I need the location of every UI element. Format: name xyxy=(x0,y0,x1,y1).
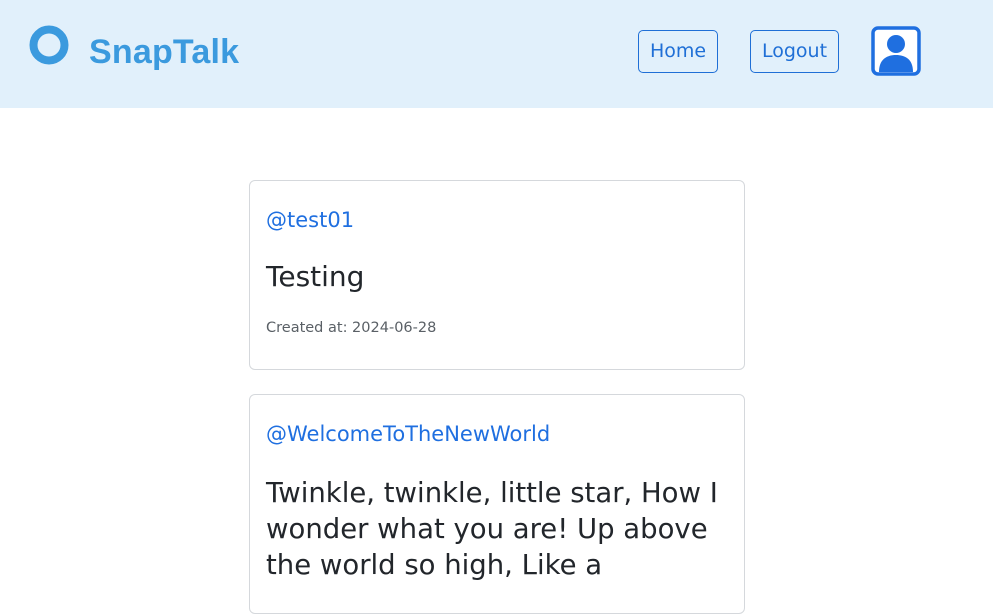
post-author-link[interactable]: @WelcomeToTheNewWorld xyxy=(266,421,550,447)
post-card: @test01 Testing Created at: 2024-06-28 xyxy=(249,180,745,370)
post-author-link[interactable]: @test01 xyxy=(266,207,354,233)
post-created-date: Created at: 2024-06-28 xyxy=(266,320,437,336)
logout-button[interactable]: Logout xyxy=(750,30,839,73)
brand-name[interactable]: SnapTalk xyxy=(89,31,239,73)
top-navbar: SnapTalk Home Logout xyxy=(0,0,993,108)
home-button[interactable]: Home xyxy=(638,30,718,73)
logo-icon[interactable] xyxy=(29,25,69,65)
post-title: Twinkle, twinkle, little star, How I won… xyxy=(266,477,718,581)
post-title: Testing xyxy=(266,260,365,293)
post-card: @WelcomeToTheNewWorld Twinkle, twinkle, … xyxy=(249,394,745,614)
user-avatar-icon[interactable] xyxy=(871,26,921,76)
